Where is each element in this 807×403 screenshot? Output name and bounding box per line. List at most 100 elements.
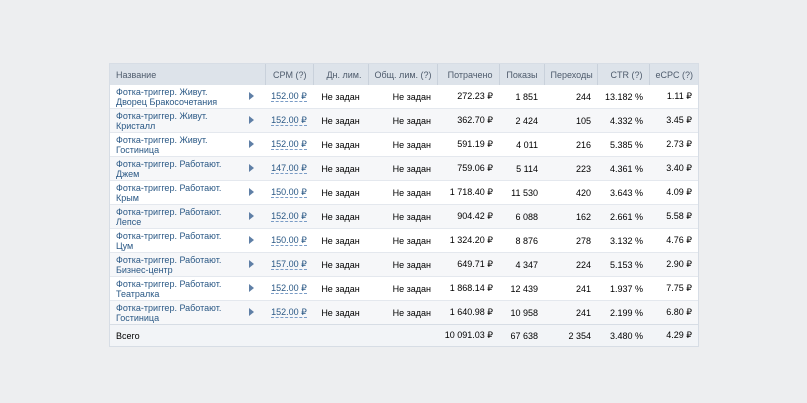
spent-cell: 1 718.40 ₽ — [437, 180, 499, 205]
ad-name-line1[interactable]: Фотка-триггер. Работают. — [116, 231, 231, 241]
row-expand-cell[interactable] — [237, 85, 265, 109]
table-row[interactable]: Фотка-триггер. Работают. Театралка 152.00 … — [110, 276, 698, 301]
ad-name[interactable]: Фотка-триггер. Работают. Бизнес-центр — [110, 252, 237, 277]
header-spent[interactable]: Потрачено — [436, 64, 499, 85]
ad-name-line2[interactable]: Кристалл — [116, 121, 231, 131]
cpm-edit-link[interactable]: 152.00 ₽ — [271, 211, 307, 222]
ad-name[interactable]: Фотка-триггер. Работают. Джем — [110, 156, 237, 181]
cpm-edit-link[interactable]: 152.00 ₽ — [271, 283, 307, 294]
triangle-right-icon[interactable] — [248, 115, 254, 124]
ctr-cell: 13.182 % — [604, 91, 643, 102]
ad-name-line2[interactable]: Театралка — [116, 289, 231, 299]
cpm-edit-link[interactable]: 152.00 ₽ — [271, 91, 307, 102]
header-day-limit[interactable]: Дн. лим. — [312, 64, 368, 85]
header-ctr[interactable]: CTR (?) — [596, 64, 649, 85]
row-expand-cell[interactable] — [237, 156, 265, 181]
header-total-limit[interactable]: Общ. лим. (?) — [367, 64, 437, 85]
triangle-right-icon[interactable] — [248, 187, 254, 196]
clicks-cell: 244 — [575, 91, 591, 102]
row-expand-cell[interactable] — [237, 132, 265, 157]
table-row[interactable]: Фотка-триггер. Работают. Цум 150.00 ₽ Не за… — [110, 228, 698, 253]
spent-cell: 649.71 ₽ — [437, 252, 499, 277]
row-expand-cell[interactable] — [237, 204, 265, 229]
cpm-edit-link[interactable]: 150.00 ₽ — [271, 235, 307, 246]
cpm-edit-link[interactable]: 152.00 ₽ — [271, 139, 307, 150]
table-row[interactable]: Фотка-триггер. Работают. Лепсе 152.00 ₽ Не … — [110, 204, 698, 229]
cpm-cell: 157.00 ₽ — [265, 252, 313, 277]
day-limit-cell: Не задан — [313, 204, 368, 229]
header-ecpc[interactable]: eCPC (?) — [648, 64, 698, 85]
triangle-right-icon[interactable] — [248, 307, 254, 316]
ad-name-line2[interactable]: Крым — [116, 193, 231, 203]
impressions-cell: 4 011 — [499, 132, 544, 157]
spent-cell: 1 324.20 ₽ — [437, 228, 499, 253]
row-expand-cell[interactable] — [237, 180, 265, 205]
campaign-stats-table: Название CPM (?) Дн. лим. Общ. лим. (?) … — [109, 63, 699, 347]
ad-name[interactable]: Фотка-триггер. Работают. Лепсе — [110, 204, 237, 229]
ad-name-line1[interactable]: Фотка-триггер. Живут. — [116, 111, 231, 121]
cpm-edit-link[interactable]: 157.00 ₽ — [271, 259, 307, 270]
totals-empty-cpm — [265, 324, 313, 346]
spent-cell: 362.70 ₽ — [437, 108, 499, 133]
ad-name[interactable]: Фотка-триггер. Живут. Гостиница — [110, 132, 237, 157]
ad-name-line2[interactable]: Цум — [116, 241, 231, 251]
ad-name-line1[interactable]: Фотка-триггер. Живут. — [116, 135, 231, 145]
ctr-cell: 3.643 % — [597, 180, 649, 205]
ad-name-line1[interactable]: Фотка-триггер. Работают. — [116, 279, 231, 289]
ad-name-line1[interactable]: Фотка-триггер. Работают. — [116, 159, 231, 169]
day-limit-cell: Не задан — [313, 180, 368, 205]
cpm-edit-link[interactable]: 152.00 ₽ — [271, 307, 307, 318]
ad-name[interactable]: Фотка-триггер. Живут. Кристалл — [110, 108, 237, 133]
ad-name-line2[interactable]: Гостиница — [116, 145, 231, 155]
ad-name-line1[interactable]: Фотка-триггер. Работают. — [116, 255, 231, 265]
ad-name-line1[interactable]: Фотка-триггер. Работают. — [116, 183, 231, 193]
table-row[interactable]: Фотка-триггер. Работают. Бизнес-центр 157.… — [110, 252, 698, 277]
triangle-right-icon[interactable] — [248, 139, 254, 148]
table-row[interactable]: Фотка-триггер. Живут. Гостиница 152.00 ₽ Не… — [110, 132, 698, 157]
cpm-edit-link[interactable]: 152.00 ₽ — [271, 115, 307, 126]
row-expand-cell[interactable] — [237, 276, 265, 301]
ad-name[interactable]: Фотка-триггер. Работают. Крым — [110, 180, 237, 205]
row-expand-cell[interactable] — [237, 300, 265, 325]
ad-name-line1[interactable]: Фотка-триггер. Работают. — [116, 303, 231, 313]
triangle-right-icon[interactable] — [248, 235, 254, 244]
ad-name[interactable]: Фотка-триггер. Работают. Гостиница — [110, 300, 237, 325]
ad-name-line2[interactable]: Бизнес-центр — [116, 265, 231, 275]
triangle-right-icon[interactable] — [248, 163, 254, 172]
ad-name[interactable]: Фотка-триггер. Работают. Цум — [110, 228, 237, 253]
cpm-cell: 152.00 ₽ — [265, 132, 313, 157]
row-expand-cell[interactable] — [237, 228, 265, 253]
total-limit-cell: Не задан — [368, 228, 437, 253]
ad-name-line2[interactable]: Джем — [116, 169, 231, 179]
ad-name-line2[interactable]: Гостиница — [116, 313, 231, 323]
total-limit-cell: Не задан — [368, 180, 437, 205]
triangle-right-icon[interactable] — [248, 259, 254, 268]
header-cpm[interactable]: CPM (?) — [264, 64, 313, 85]
table-row[interactable]: Фотка-триггер. Работают. Крым 150.00 ₽ Не з… — [110, 180, 698, 205]
triangle-right-icon[interactable] — [248, 211, 254, 220]
day-limit-cell: Не задан — [313, 228, 368, 253]
cpm-edit-link[interactable]: 147.00 ₽ — [271, 163, 307, 174]
cpm-edit-link[interactable]: 150.00 ₽ — [271, 187, 307, 198]
triangle-right-icon[interactable] — [248, 283, 254, 292]
ad-name-line2[interactable]: Лепсе — [116, 217, 231, 227]
ad-name[interactable]: Фотка-триггер. Работают. Театралка — [110, 276, 237, 301]
day-limit-cell: Не задан — [313, 300, 368, 325]
ad-name-line1[interactable]: Фотка-триггер. Живут. — [116, 87, 231, 97]
header-impressions[interactable]: Показы — [498, 64, 544, 85]
ad-name[interactable]: Фотка-триггер. Живут. Дворец Бракосочетан… — [110, 85, 237, 109]
ad-name-line1[interactable]: Фотка-триггер. Работают. — [116, 207, 231, 217]
ad-name-line2[interactable]: Дворец Бракосочетания — [116, 97, 231, 107]
triangle-right-icon[interactable] — [248, 91, 254, 100]
impressions-cell: 4 347 — [499, 252, 544, 277]
header-clicks[interactable]: Переходы — [543, 64, 597, 85]
table-row[interactable]: Фотка-триггер. Работают. Гостиница 152.00 … — [110, 300, 698, 325]
clicks-cell: 241 — [544, 300, 597, 325]
table-row[interactable]: Фотка-триггер. Живут. Дворец Бракосочетан… — [110, 85, 698, 109]
row-expand-cell[interactable] — [237, 252, 265, 277]
header-name[interactable]: Название — [110, 64, 237, 85]
table-row[interactable]: Фотка-триггер. Работают. Джем 147.00 ₽ Не з… — [110, 156, 698, 181]
table-row[interactable]: Фотка-триггер. Живут. Кристалл 152.00 ₽ Не … — [110, 108, 698, 133]
row-expand-cell[interactable] — [237, 108, 265, 133]
total-limit-cell: Не задан — [368, 276, 437, 301]
